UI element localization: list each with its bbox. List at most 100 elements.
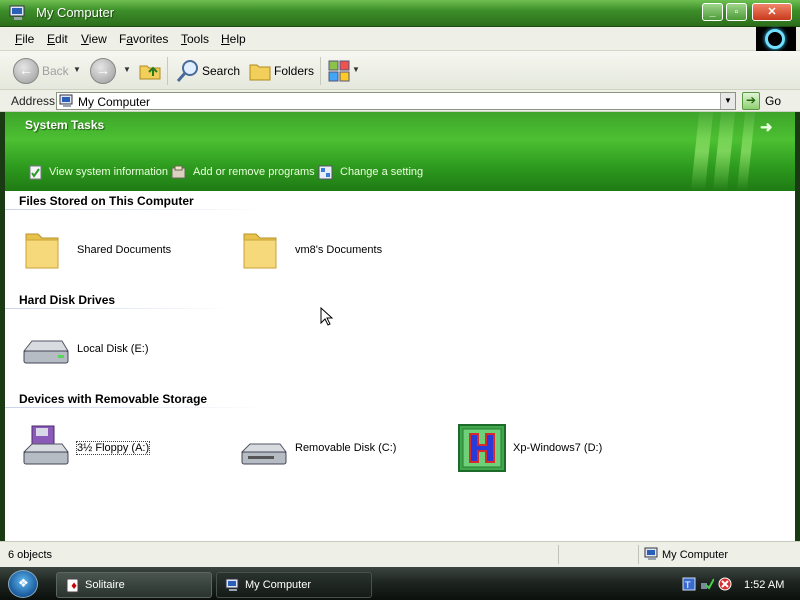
menu-edit[interactable]: Edit bbox=[47, 32, 68, 46]
svg-text:♦: ♦ bbox=[70, 582, 78, 592]
address-dropdown-icon[interactable]: ▼ bbox=[720, 93, 735, 109]
my-computer-icon bbox=[644, 547, 658, 560]
forward-button[interactable]: → bbox=[90, 58, 116, 84]
cd-drive-custom-icon bbox=[458, 424, 506, 472]
taskbar-button-label: Solitaire bbox=[85, 579, 125, 591]
decorative-streak bbox=[690, 112, 714, 191]
item-label: Local Disk (E:) bbox=[77, 343, 149, 355]
control-panel-icon bbox=[318, 165, 333, 180]
group-divider bbox=[5, 407, 265, 408]
decorative-streak bbox=[736, 112, 756, 191]
status-divider bbox=[638, 545, 639, 564]
window-title: My Computer bbox=[36, 5, 115, 20]
status-divider bbox=[558, 545, 559, 564]
go-arrow-icon[interactable]: ➔ bbox=[742, 92, 760, 110]
item-user-documents[interactable]: vm8's Documents bbox=[240, 226, 450, 278]
item-removable-disk-c[interactable]: Removable Disk (C:) bbox=[240, 424, 450, 476]
my-computer-icon bbox=[225, 578, 239, 591]
my-computer-icon bbox=[59, 94, 73, 107]
back-button[interactable]: ← bbox=[13, 58, 39, 84]
back-history-dropdown-icon[interactable]: ▼ bbox=[73, 65, 81, 74]
back-label[interactable]: Back bbox=[42, 64, 69, 78]
menu-bar: File Edit View Favorites Tools Help bbox=[0, 27, 800, 51]
back-arrow-icon: ← bbox=[19, 62, 33, 78]
item-label: 3½ Floppy (A:) bbox=[75, 441, 151, 455]
views-dropdown-icon[interactable]: ▼ bbox=[352, 65, 360, 74]
search-icon[interactable] bbox=[176, 59, 200, 83]
search-button[interactable]: Search bbox=[202, 64, 240, 78]
item-label: Removable Disk (C:) bbox=[295, 442, 397, 454]
folder-up-icon[interactable] bbox=[139, 60, 161, 80]
status-location: My Computer bbox=[662, 549, 729, 561]
menu-view[interactable]: View bbox=[81, 32, 107, 46]
maximize-button[interactable]: ▫ bbox=[726, 3, 747, 21]
menu-file[interactable]: File bbox=[15, 32, 34, 46]
item-label: Shared Documents bbox=[77, 244, 172, 256]
group-divider bbox=[5, 209, 265, 210]
system-tasks-title: System Tasks bbox=[25, 118, 105, 132]
taskbar: ❖ ♦ Solitaire My Computer T 1:52 AM bbox=[0, 567, 800, 600]
address-bar: Address My Computer ▼ ➔ Go bbox=[0, 90, 800, 112]
taskbar-button-my-computer[interactable]: My Computer bbox=[216, 572, 372, 598]
windows-logo-icon: ❖ bbox=[18, 576, 29, 590]
solitaire-icon: ♦ bbox=[66, 578, 79, 593]
group-header-files-stored: Files Stored on This Computer bbox=[19, 194, 194, 208]
windows-throbber-logo bbox=[756, 27, 796, 51]
close-button[interactable]: ✕ bbox=[752, 3, 792, 21]
minimize-button[interactable]: _ bbox=[702, 3, 723, 21]
group-header-removable-storage: Devices with Removable Storage bbox=[19, 392, 208, 406]
toolbar-separator bbox=[320, 57, 321, 85]
address-field[interactable]: My Computer ▼ bbox=[56, 92, 736, 110]
system-tray: T 1:52 AM bbox=[678, 572, 800, 598]
menu-help[interactable]: Help bbox=[221, 32, 246, 46]
item-shared-documents[interactable]: Shared Documents bbox=[22, 226, 232, 278]
taskbar-button-solitaire[interactable]: ♦ Solitaire bbox=[56, 572, 212, 598]
group-divider bbox=[5, 308, 235, 309]
folders-button[interactable]: Folders bbox=[274, 64, 314, 78]
menu-favorites[interactable]: Favorites bbox=[119, 32, 168, 46]
floppy-drive-icon bbox=[22, 425, 69, 465]
address-value[interactable]: My Computer bbox=[78, 95, 150, 109]
hard-disk-icon bbox=[22, 340, 69, 364]
title-bar[interactable]: My Computer _ ▫ ✕ bbox=[0, 0, 800, 27]
add-remove-programs-icon bbox=[171, 165, 186, 179]
system-information-icon bbox=[29, 165, 42, 180]
forward-arrow-icon: → bbox=[96, 62, 110, 78]
group-header-hard-disk-drives: Hard Disk Drives bbox=[19, 293, 116, 307]
taskbar-button-label: My Computer bbox=[245, 579, 312, 591]
views-icon[interactable] bbox=[328, 60, 350, 82]
content-pane: Files Stored on This Computer Shared Doc… bbox=[5, 191, 795, 541]
my-computer-icon[interactable] bbox=[9, 5, 27, 21]
clock[interactable]: 1:52 AM bbox=[744, 579, 784, 591]
toolbar: ← Back ▼ → ▼ Search Folders ▼ bbox=[0, 51, 800, 90]
address-label: Address bbox=[11, 94, 56, 108]
start-button[interactable]: ❖ bbox=[8, 570, 38, 598]
network-icon[interactable] bbox=[700, 577, 714, 591]
item-local-disk-e[interactable]: Local Disk (E:) bbox=[22, 325, 232, 377]
item-label: Xp-Windows7 (D:) bbox=[513, 442, 603, 454]
task-link-add-remove-programs[interactable]: Add or remove programs bbox=[193, 166, 315, 178]
status-bar: 6 objects My Computer bbox=[0, 541, 800, 567]
system-tasks-panel: System Tasks ➜ View system information A… bbox=[5, 112, 795, 191]
folder-icon bbox=[25, 233, 59, 269]
go-button[interactable]: Go bbox=[765, 94, 781, 108]
status-object-count: 6 objects bbox=[8, 549, 53, 561]
svg-text:T: T bbox=[684, 581, 691, 591]
language-bar-icon[interactable]: T bbox=[682, 577, 696, 591]
mouse-cursor-icon bbox=[320, 307, 334, 326]
item-label: vm8's Documents bbox=[295, 244, 383, 256]
forward-history-dropdown-icon[interactable]: ▼ bbox=[123, 65, 131, 74]
logo-ring-icon bbox=[765, 29, 785, 49]
task-link-change-setting[interactable]: Change a setting bbox=[340, 166, 423, 178]
security-alert-icon[interactable] bbox=[718, 577, 732, 591]
menu-tools[interactable]: Tools bbox=[181, 32, 209, 46]
toolbar-separator bbox=[167, 57, 168, 85]
task-link-view-system-information[interactable]: View system information bbox=[49, 166, 168, 178]
decorative-streak bbox=[712, 112, 736, 191]
folders-icon[interactable] bbox=[249, 61, 271, 81]
item-xp-windows7-d[interactable]: Xp-Windows7 (D:) bbox=[458, 424, 668, 476]
removable-disk-icon bbox=[240, 443, 287, 465]
collapse-arrow-icon[interactable]: ➜ bbox=[760, 118, 773, 136]
item-floppy-a[interactable]: 3½ Floppy (A:) bbox=[22, 424, 232, 476]
folder-icon bbox=[243, 233, 277, 269]
